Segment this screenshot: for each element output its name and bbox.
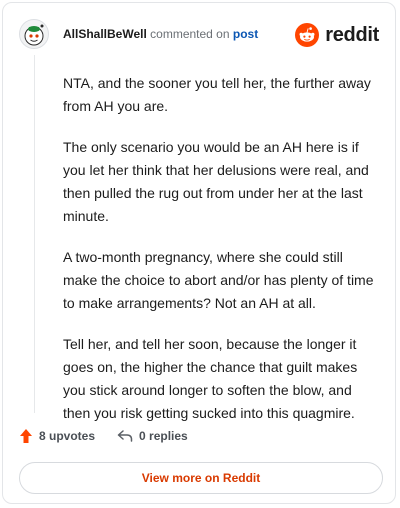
comment-paragraph: NTA, and the sooner you tell her, the fu… — [63, 75, 371, 114]
reply-count: 0 replies — [139, 429, 188, 443]
comment-paragraph: A two-month pregnancy, where she could s… — [63, 249, 374, 311]
reddit-brand[interactable]: reddit — [295, 21, 379, 49]
upvote-count: 8 upvotes — [39, 429, 96, 443]
snoo-avatar-icon — [24, 24, 44, 46]
comment-embed-card: AllShallBeWell commented on post reddit … — [2, 2, 396, 504]
comment-paragraph: Tell her, and tell her soon, because the… — [63, 336, 358, 421]
brand-wordmark: reddit — [325, 23, 379, 46]
upvote-arrow-icon — [20, 429, 32, 443]
thread-line — [34, 55, 35, 413]
comment-paragraph: The only scenario you would be an AH her… — [63, 139, 369, 224]
user-avatar[interactable] — [19, 19, 49, 49]
reply-button[interactable]: 0 replies — [117, 429, 188, 443]
action-text: commented on — [150, 27, 230, 41]
view-more-button[interactable]: View more on Reddit — [19, 462, 383, 494]
author-link[interactable]: AllShallBeWell — [63, 27, 147, 41]
comment-body: NTA, and the sooner you tell her, the fu… — [63, 72, 379, 443]
reddit-logo-icon — [295, 23, 320, 47]
post-link[interactable]: post — [233, 27, 258, 41]
upvote-button[interactable]: 8 upvotes — [19, 428, 95, 444]
comment-actions: 8 upvotes 0 replies — [19, 425, 210, 447]
comment-byline: AllShallBeWell commented on post — [63, 27, 258, 41]
comment-header: AllShallBeWell commented on post reddit — [19, 17, 381, 53]
reply-arrow-icon — [117, 430, 133, 442]
